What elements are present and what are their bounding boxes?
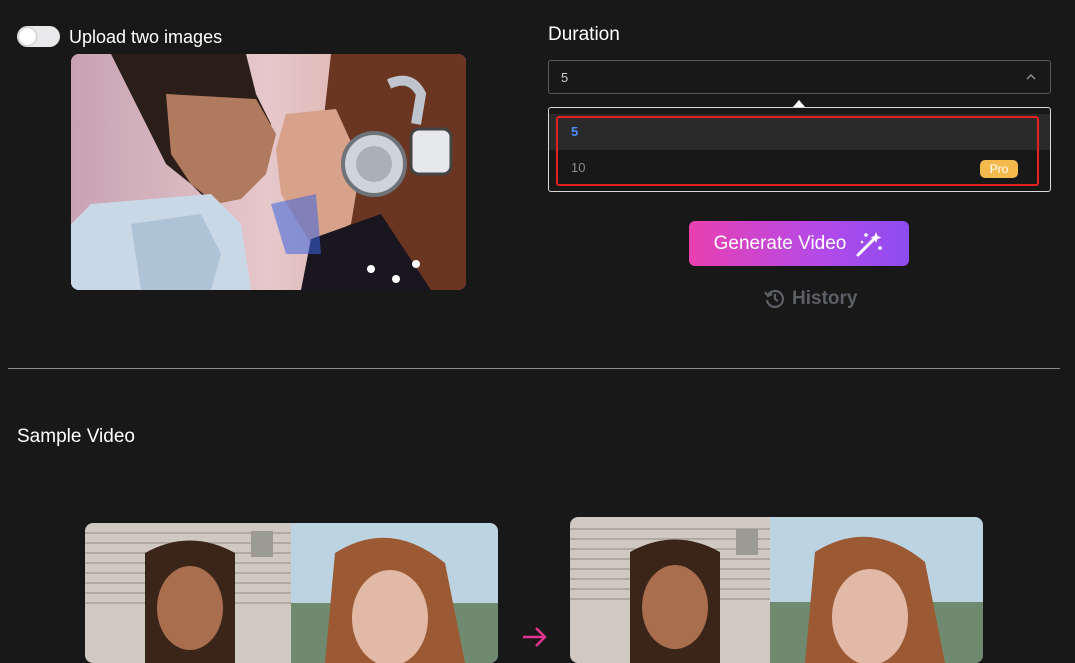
section-divider [8,368,1060,369]
history-label: History [792,288,858,309]
sample-input-photo [85,523,498,663]
upload-two-images-toggle[interactable] [17,26,60,47]
sample-input-image [85,523,498,663]
sample-output-video[interactable] [570,517,983,663]
duration-option-label: 10 [571,160,586,175]
duration-select[interactable]: 5 [548,60,1051,94]
arrow-right-icon [523,627,547,647]
duration-option-5[interactable]: 5 [549,114,1050,150]
generate-video-button[interactable]: Generate Video [689,221,909,266]
sample-video-title: Sample Video [17,426,135,447]
upload-two-images-label: Upload two images [69,27,223,47]
uploaded-image[interactable] [71,54,466,290]
toggle-knob [19,28,36,45]
sample-output-thumbnail [570,517,983,663]
history-clock-icon [764,289,785,309]
duration-label: Duration [548,24,620,45]
chevron-up-icon [1026,74,1036,80]
duration-option-label: 5 [571,124,579,139]
duration-dropdown-menu: 5 10 Pro [548,107,1051,192]
dropdown-caret [793,100,805,107]
magic-wand-icon [856,231,883,256]
duration-selected-value: 5 [561,70,569,85]
uploaded-photo [71,54,466,290]
pro-badge: Pro [980,160,1018,178]
history-link[interactable]: History [764,288,857,310]
duration-option-10[interactable]: 10 Pro [549,150,1050,186]
generate-video-label: Generate Video [713,232,847,254]
